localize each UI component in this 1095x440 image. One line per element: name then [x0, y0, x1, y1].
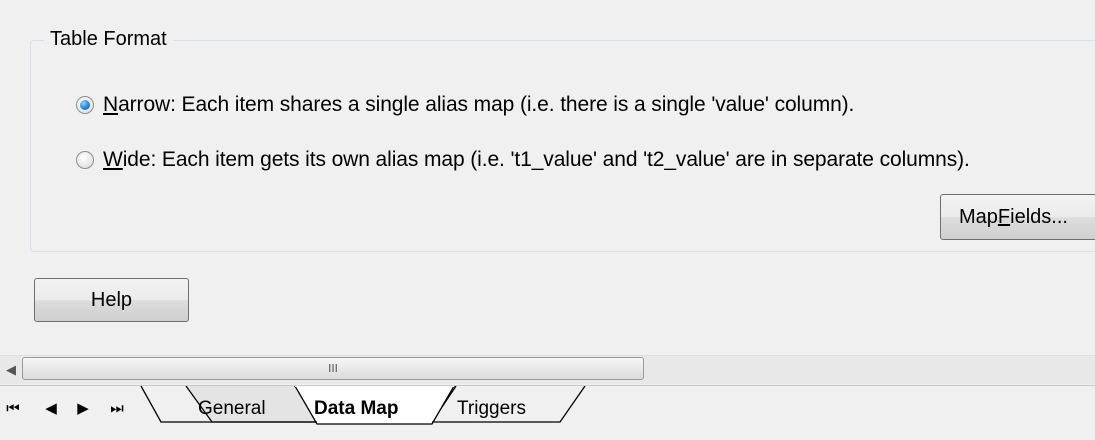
wide-radio-option[interactable]: Wide: Each item gets its own alias map (…	[76, 148, 970, 172]
wide-radio-label: Wide: Each item gets its own alias map (…	[103, 148, 970, 171]
scroll-thumb[interactable]: III	[22, 357, 644, 380]
tab-shapes	[140, 386, 586, 425]
wide-radio-button[interactable]	[76, 151, 94, 169]
tab-triggers[interactable]: Triggers	[457, 398, 526, 420]
narrow-radio-option[interactable]: Narrow: Each item shares a single alias …	[76, 93, 854, 117]
scroll-grip-icon: III	[328, 362, 338, 375]
narrow-radio-label: Narrow: Each item shares a single alias …	[103, 93, 855, 116]
table-format-groupbox	[30, 40, 1095, 252]
narrow-radio-button[interactable]	[76, 96, 94, 114]
sheet-tab-bar: ⏮ ◀ ▶ ⏭ General Data Map Triggers	[0, 385, 1095, 440]
map-fields-button[interactable]: Map Fields...	[940, 194, 1095, 240]
help-button[interactable]: Help	[34, 278, 189, 322]
tab-general[interactable]: General	[198, 398, 266, 420]
horizontal-scrollbar[interactable]: ◀ III	[0, 355, 1095, 384]
tab-data-map[interactable]: Data Map	[314, 398, 398, 420]
table-format-title: Table Format	[44, 26, 173, 52]
scroll-left-arrow-icon[interactable]: ◀	[0, 358, 22, 382]
